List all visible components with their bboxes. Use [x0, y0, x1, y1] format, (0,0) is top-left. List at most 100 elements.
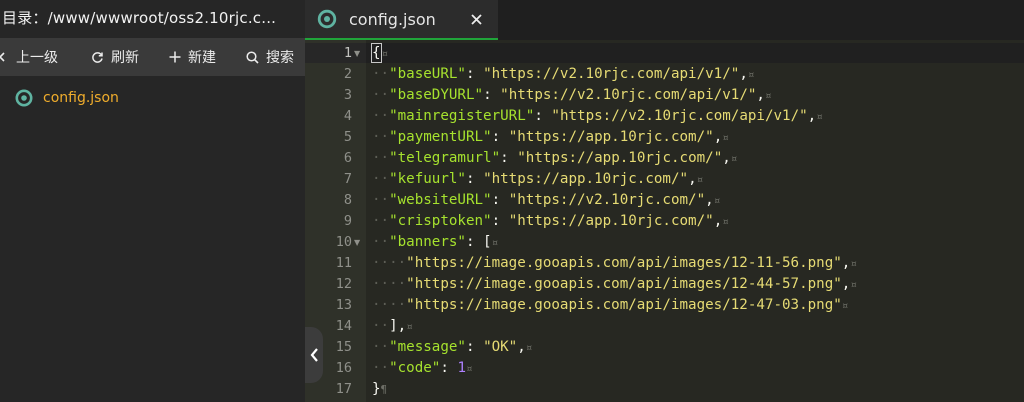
close-tab-button[interactable] — [466, 8, 486, 30]
line-number: 3 — [343, 87, 352, 103]
search-button[interactable]: 搜索 — [246, 38, 294, 76]
code-token: "https://v2.10rjc.com/api/v1/" — [551, 108, 808, 124]
parent-directory-button[interactable]: 上一级 — [0, 38, 58, 76]
search-label: 搜索 — [266, 50, 294, 66]
line-number: 12 — [335, 276, 352, 292]
code-token: ·· — [372, 360, 390, 376]
code-token: "https://app.10rjc.com/" — [508, 213, 714, 229]
code-token: "https://app.10rjc.com/" — [483, 171, 689, 187]
code-line[interactable]: }¶ — [372, 379, 387, 400]
code-token: "https://app.10rjc.com/" — [517, 150, 723, 166]
code-token: ¤ — [406, 320, 413, 333]
code-token: ¤ — [722, 215, 729, 228]
refresh-label: 刷新 — [111, 50, 139, 66]
code-token: , — [517, 339, 526, 355]
code-token: : — [465, 171, 484, 187]
code-token: ¤ — [764, 89, 772, 102]
code-line[interactable]: ··"banners": [¤ — [372, 232, 498, 253]
collapse-sidebar-handle[interactable] — [305, 327, 323, 383]
code-token: "telegramurl" — [389, 150, 501, 166]
line-number: 5 — [343, 129, 352, 145]
code-token: ¤ — [816, 110, 823, 123]
code-token: : — [465, 66, 484, 82]
json-file-icon — [317, 9, 337, 29]
new-file-button[interactable]: 新建 — [169, 38, 216, 76]
code-editor[interactable]: 1 ▼ 2 3 4 5 6 7 8 9 10 ▼ 11 12 13 14 15 16 17 {¤ ··"baseURL… — [305, 40, 1024, 402]
code-line[interactable]: ····"https://image.gooapis.com/api/image… — [372, 295, 848, 316]
code-token: ¤ — [713, 194, 721, 207]
code-token: "https://v2.10rjc.com/" — [508, 192, 706, 208]
file-panel: 目录：/www/wwwroot/oss2.10rjc.c... 上一级 刷新 新… — [0, 0, 305, 402]
code-token: "banners" — [389, 234, 466, 250]
code-line[interactable]: ····"https://image.gooapis.com/api/image… — [372, 253, 857, 274]
code-token: ·· — [372, 87, 390, 103]
line-number: 9 — [343, 213, 352, 229]
parent-directory-label: 上一级 — [16, 50, 58, 66]
line-number: 11 — [335, 255, 352, 271]
fold-toggle-icon[interactable]: ▼ — [354, 232, 360, 253]
code-line[interactable]: {¤ — [371, 43, 389, 64]
code-token: ¤ — [696, 173, 704, 186]
directory-path: 目录：/www/wwwroot/oss2.10rjc.c... — [2, 9, 277, 27]
search-icon — [246, 50, 259, 64]
code-token: ·· — [372, 150, 390, 166]
code-token: : — [491, 129, 509, 145]
code-line[interactable]: ··"kefuurl": "https://app.10rjc.com/",¤ — [372, 169, 703, 190]
code-token: ¤ — [525, 341, 533, 354]
code-line[interactable]: ····"https://image.gooapis.com/api/image… — [372, 274, 857, 295]
code-line[interactable]: ··"crisptoken": "https://app.10rjc.com/"… — [372, 211, 729, 232]
code-line[interactable]: ··"code": 1¤ — [372, 358, 473, 379]
file-tree-item[interactable]: config.json — [15, 88, 119, 108]
code-token: "crisptoken" — [389, 213, 492, 229]
code-token: "https://image.gooapis.com/api/images/12… — [406, 276, 842, 292]
json-file-icon — [15, 89, 33, 107]
line-number: 2 — [343, 66, 352, 82]
code-token: ·· — [372, 171, 390, 187]
code-token: ¤ — [381, 47, 389, 60]
code-token: "https://v2.10rjc.com/api/v1/" — [483, 66, 740, 82]
code-line[interactable]: ··"baseDYURL": "https://v2.10rjc.com/api… — [372, 85, 772, 106]
code-token: ·· — [372, 129, 390, 145]
code-token: "https://v2.10rjc.com/api/v1/" — [500, 87, 757, 103]
new-file-label: 新建 — [188, 50, 216, 66]
code-line[interactable]: ··"websiteURL": "https://v2.10rjc.com/",… — [372, 190, 720, 211]
code-token: "https://app.10rjc.com/" — [508, 129, 714, 145]
code-token: ·· — [372, 108, 390, 124]
code-line[interactable]: ··"message": "OK",¤ — [372, 337, 532, 358]
code-token: ·· — [372, 318, 390, 334]
code-token: "message" — [389, 339, 466, 355]
code-token: ¤ — [850, 278, 857, 291]
code-line[interactable]: ··"mainregisterURL": "https://v2.10rjc.c… — [372, 106, 823, 127]
code-token: ···· — [372, 255, 407, 271]
line-number: 10 — [335, 234, 352, 250]
code-token: , — [722, 150, 731, 166]
code-line[interactable]: ··"baseURL": "https://v2.10rjc.com/api/v… — [372, 64, 754, 85]
code-token: { — [371, 43, 382, 63]
active-line-highlight — [366, 43, 1024, 63]
code-token: : — [440, 360, 458, 376]
code-token: ¤ — [850, 257, 857, 270]
code-line[interactable]: ··"paymentURL": "https://app.10rjc.com/"… — [372, 127, 729, 148]
code-token: "https://image.gooapis.com/api/images/12… — [406, 255, 842, 271]
line-number: 1 — [343, 45, 352, 61]
code-line[interactable]: ··"telegramurl": "https://app.10rjc.com/… — [372, 148, 737, 169]
code-token: "paymentURL" — [389, 129, 492, 145]
fold-toggle-icon[interactable]: ▼ — [354, 43, 360, 64]
close-icon — [470, 13, 482, 25]
code-token: ¤ — [722, 131, 729, 144]
code-token: : — [534, 108, 552, 124]
line-number: 13 — [335, 297, 352, 313]
code-token: "baseDYURL" — [389, 87, 484, 103]
plus-icon — [169, 51, 181, 63]
code-token: : [ — [465, 234, 492, 250]
code-token: , — [705, 192, 714, 208]
refresh-button[interactable]: 刷新 — [91, 38, 139, 76]
code-line[interactable]: ··],¤ — [372, 316, 413, 337]
tab-config-json[interactable]: config.json — [305, 0, 498, 40]
code-token: "kefuurl" — [389, 171, 466, 187]
code-token: ·· — [372, 66, 390, 82]
code-token: : — [491, 192, 509, 208]
editor-tab-bar: config.json — [305, 0, 1024, 40]
file-tree-item-label: config.json — [43, 90, 119, 106]
line-number: 8 — [343, 192, 352, 208]
